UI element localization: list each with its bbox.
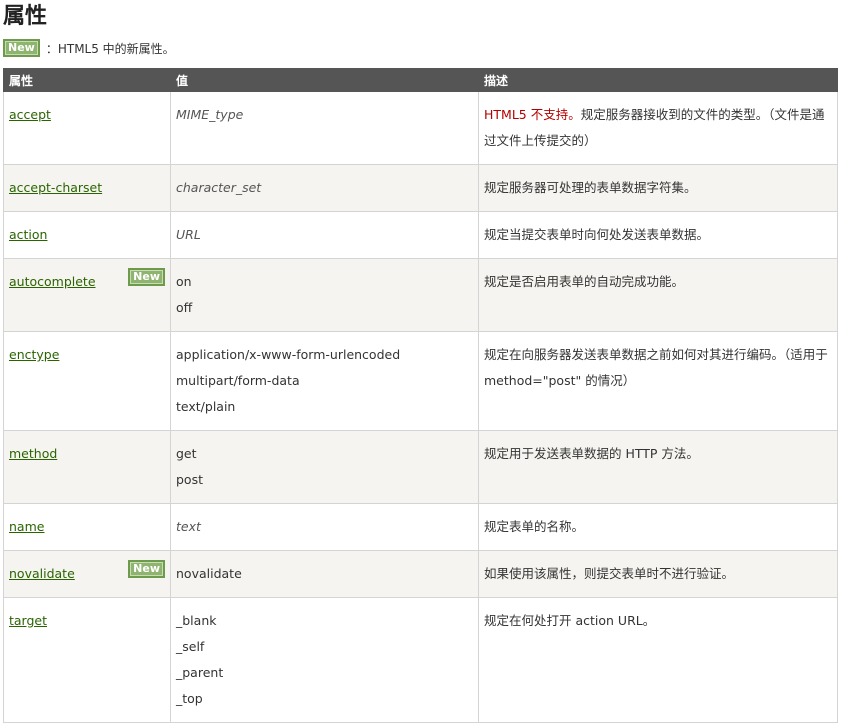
description-cell: 规定表单的名称。: [478, 503, 838, 551]
attribute-link[interactable]: method: [9, 446, 57, 461]
description-text: 规定是否启用表单的自动完成功能。: [484, 274, 685, 289]
value-option: off: [176, 300, 193, 315]
value-cell: on off: [170, 258, 479, 332]
table-row: accept-charset character_set 规定服务器可处理的表单数据…: [3, 164, 838, 212]
attribute-cell-content: name: [9, 517, 165, 537]
value-option: _blank: [176, 613, 217, 628]
attribute-cell-content: enctype: [9, 345, 165, 365]
description-text: 规定当提交表单时向何处发送表单数据。: [484, 227, 710, 242]
value-option: _top: [176, 691, 203, 706]
attribute-cell: method: [3, 430, 171, 504]
new-badge: New: [128, 560, 165, 578]
column-header-attribute: 属性: [3, 68, 171, 92]
attribute-cell: novalidate New: [3, 550, 171, 598]
value-cell: MIME_type: [170, 91, 479, 165]
value-option: _self: [176, 639, 205, 654]
new-badge: New: [128, 268, 165, 286]
attribute-cell-content: action: [9, 225, 165, 245]
value-option: application/x-www-form-urlencoded: [176, 347, 401, 362]
attribute-link[interactable]: autocomplete: [9, 274, 96, 289]
table-row: name text 规定表单的名称。: [3, 503, 838, 551]
attribute-cell-content: method: [9, 444, 165, 464]
table-row: target _blank _self _parent _top 规定在何处打开 acti…: [3, 597, 838, 723]
table-row: accept MIME_type HTML5 不支持。规定服务器接收到的文件的类型。…: [3, 91, 838, 165]
attribute-cell-content: accept: [9, 105, 165, 125]
value-cell: URL: [170, 211, 479, 259]
value-option: text/plain: [176, 399, 236, 414]
legend-text: ：HTML5 中的新属性。: [45, 41, 175, 56]
table-row: novalidate New novalidate 如果使用该属性，则提交表单时不进行…: [3, 550, 838, 598]
table-row: action URL 规定当提交表单时向何处发送表单数据。: [3, 211, 838, 259]
value-option: MIME_type: [176, 107, 244, 122]
value-option: URL: [176, 227, 201, 242]
table-header-row: 属性 值 描述: [3, 68, 838, 92]
value-cell: get post: [170, 430, 479, 504]
new-attribute-legend: New ：HTML5 中的新属性。: [3, 38, 175, 58]
value-option: text: [176, 519, 201, 534]
description-cell: 规定是否启用表单的自动完成功能。: [478, 258, 838, 332]
attribute-cell-content: target: [9, 611, 165, 631]
attribute-link[interactable]: accept-charset: [9, 180, 102, 195]
attribute-link[interactable]: novalidate: [9, 566, 75, 581]
value-option: multipart/form-data: [176, 373, 300, 388]
value-option: _parent: [176, 665, 224, 680]
not-supported-warning: HTML5 不支持。: [484, 107, 581, 122]
description-text: 规定表单的名称。: [484, 519, 585, 534]
value-cell: character_set: [170, 164, 479, 212]
attribute-link[interactable]: target: [9, 613, 47, 628]
attribute-cell: name: [3, 503, 171, 551]
description-cell: HTML5 不支持。规定服务器接收到的文件的类型。（文件是通过文件上传提交的）: [478, 91, 838, 165]
description-cell: 规定在何处打开 action URL。: [478, 597, 838, 723]
attribute-link[interactable]: action: [9, 227, 47, 242]
attribute-cell: enctype: [3, 331, 171, 431]
description-text: 规定用于发送表单数据的 HTTP 方法。: [484, 446, 699, 461]
description-cell: 规定当提交表单时向何处发送表单数据。: [478, 211, 838, 259]
value-cell: text: [170, 503, 479, 551]
attribute-cell: accept-charset: [3, 164, 171, 212]
description-cell: 规定服务器可处理的表单数据字符集。: [478, 164, 838, 212]
attribute-link[interactable]: name: [9, 519, 44, 534]
attribute-cell-content: autocomplete New: [9, 268, 165, 292]
table-row: autocomplete New on off 规定是否启用表单的自动完成功能。: [3, 258, 838, 332]
column-header-description: 描述: [478, 68, 838, 92]
attribute-cell-content: novalidate New: [9, 560, 165, 584]
value-cell: application/x-www-form-urlencoded multipa…: [170, 331, 479, 431]
attribute-cell: target: [3, 597, 171, 723]
attribute-cell: action: [3, 211, 171, 259]
description-text: 规定在何处打开 action URL。: [484, 613, 656, 628]
attribute-cell-content: accept-charset: [9, 178, 165, 198]
table-row: enctype application/x-www-form-urlencoded…: [3, 331, 838, 431]
attribute-cell: autocomplete New: [3, 258, 171, 332]
value-cell: novalidate: [170, 550, 479, 598]
description-text: 如果使用该属性，则提交表单时不进行验证。: [484, 566, 735, 581]
column-header-value: 值: [170, 68, 479, 92]
value-option: get: [176, 446, 197, 461]
description-text: 规定在向服务器发送表单数据之前如何对其进行编码。（适用于 method="pos…: [484, 347, 828, 388]
attribute-cell: accept: [3, 91, 171, 165]
description-cell: 规定在向服务器发送表单数据之前如何对其进行编码。（适用于 method="pos…: [478, 331, 838, 431]
table-row: method get post 规定用于发送表单数据的 HTTP 方法。: [3, 430, 838, 504]
attribute-link[interactable]: accept: [9, 107, 51, 122]
description-cell: 规定用于发送表单数据的 HTTP 方法。: [478, 430, 838, 504]
value-option: character_set: [176, 180, 262, 195]
value-option: on: [176, 274, 192, 289]
attributes-table: 属性 值 描述 accept MIME_type HTML5 不支持。规定服务器接收…: [3, 68, 838, 723]
description-text: 规定服务器可处理的表单数据字符集。: [484, 180, 697, 195]
value-option: post: [176, 472, 203, 487]
page-title: 属性: [3, 4, 48, 29]
value-option: novalidate: [176, 566, 242, 581]
new-badge: New: [3, 39, 40, 57]
description-cell: 如果使用该属性，则提交表单时不进行验证。: [478, 550, 838, 598]
value-cell: _blank _self _parent _top: [170, 597, 479, 723]
attribute-link[interactable]: enctype: [9, 347, 59, 362]
